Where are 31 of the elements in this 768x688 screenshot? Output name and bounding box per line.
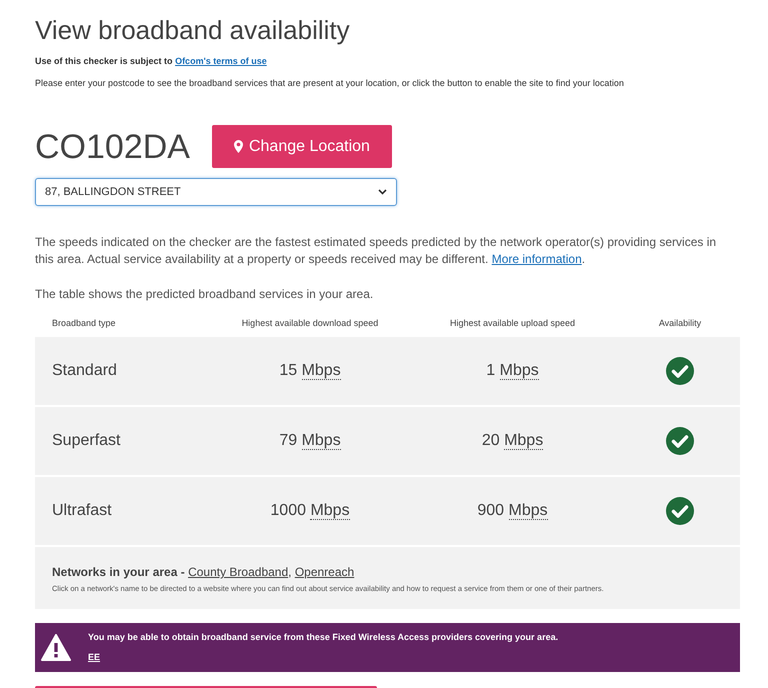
address-select[interactable]: 87, BALLINGDON STREET [35, 178, 397, 206]
terms-link[interactable]: Ofcom's terms of use [175, 56, 267, 66]
table-intro-text: The table shows the predicted broadband services in your area. [35, 286, 374, 303]
change-location-button[interactable]: Change Location [212, 125, 392, 168]
table-cell-text: 15 Mbps [279, 361, 341, 382]
network-link[interactable]: County Broadband [188, 565, 288, 579]
disclaimer-text: The speeds indicated on the checker are the fastest estimated speeds predicted by the network operator(s) providing services in this area. Actual service availability at a property or speeds received may be different. More information. [35, 234, 718, 268]
provider-link[interactable]: EE [88, 651, 100, 664]
table-cell-text: 900 Mbps [477, 501, 548, 522]
table-cell-text: Standard [51, 361, 117, 381]
table-cell-text: Ultrafast [51, 501, 112, 521]
networks-text: Networks in your area - County Broadband, Openreach [52, 564, 356, 581]
column-header: Highest available upload speed [448, 317, 576, 330]
instructions-text: Please enter your postcode to see the broadband services that are present at your location, or click the button to enable the site to find your location [35, 76, 625, 90]
page-title: View broadband availability [35, 14, 351, 46]
column-header: Availability [658, 317, 702, 330]
table-cell-text: 1 Mbps [486, 361, 539, 382]
fwa-text: You may be able to obtain broadband service from these Fixed Wireless Access providers covering your area. [88, 630, 558, 644]
table-cell-text: 20 Mbps [482, 431, 544, 452]
table-cell-text: 79 Mbps [279, 431, 341, 452]
column-header: Broadband type [51, 317, 117, 330]
column-header: Highest available download speed [240, 317, 380, 330]
postcode-text: CO102DA [35, 126, 190, 166]
map-pin-icon [234, 140, 243, 153]
chevron-down-icon [378, 189, 387, 195]
more-information-link[interactable]: More information [492, 252, 582, 266]
warning-icon [41, 634, 71, 661]
table-cell-text: 1000 Mbps [270, 501, 350, 522]
table-cell-text: Superfast [51, 431, 120, 451]
network-link[interactable]: Openreach [294, 565, 354, 579]
terms-notice: Use of this checker is subject to Ofcom's terms of use [35, 55, 268, 68]
